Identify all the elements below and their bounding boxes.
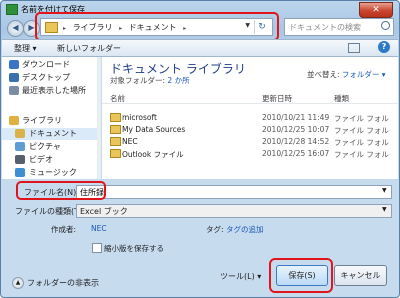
sidebar-item-videos[interactable]: ビデオ	[2, 154, 97, 166]
sidebar-item-library[interactable]: ライブラリ	[2, 115, 97, 127]
library-icon	[9, 116, 19, 125]
sort-dropdown[interactable]: フォルダー ▾	[342, 70, 386, 79]
videos-icon	[15, 155, 25, 164]
filename-highlight-box	[16, 181, 106, 200]
save-as-dialog: 名前を付けて保存 ✕ ◀ ▶ ▸ ライブラリ ▸ ドキュメント ▸ ▼ ↻ ドキ…	[0, 0, 400, 298]
folder-icon	[110, 113, 121, 122]
save-highlight-box	[269, 258, 333, 293]
pictures-icon	[15, 142, 25, 151]
folder-icon	[110, 137, 121, 146]
table-row[interactable]: NEC 2010/12/28 14:52 ファイル フォル	[102, 136, 398, 147]
table-row[interactable]: Outlook ファイル 2010/12/25 16:07 ファイル フォル	[102, 148, 398, 159]
filename-input[interactable]	[76, 185, 392, 199]
hide-folders-button[interactable]: ▲ フォルダーの非表示	[12, 277, 99, 289]
chevron-up-icon: ▲	[12, 277, 24, 289]
documents-icon	[15, 129, 25, 138]
music-icon	[15, 168, 25, 177]
target-folders-link[interactable]: 2 か所	[167, 76, 189, 85]
save-thumbnail-checkbox[interactable]	[92, 243, 102, 253]
desktop-icon	[9, 73, 19, 82]
column-name[interactable]: 名前	[110, 93, 125, 104]
target-folders: 対象フォルダー: 2 か所	[110, 76, 190, 85]
filetype-label: ファイルの種類(T):	[15, 207, 85, 216]
filename-dropdown-icon[interactable]: ▼	[382, 187, 387, 194]
recent-places-icon	[9, 86, 19, 95]
sidebar-item-pictures[interactable]: ピクチャ	[2, 141, 97, 153]
sidebar-item-downloads[interactable]: ダウンロード	[2, 59, 97, 71]
tools-menu-button[interactable]: ツール(L) ▾	[220, 271, 261, 282]
sidebar-item-desktop[interactable]: デスクトップ	[2, 72, 97, 84]
excel-app-icon	[6, 4, 18, 15]
search-placeholder: ドキュメントの検索	[289, 23, 361, 32]
cancel-button[interactable]: キャンセル	[334, 265, 387, 286]
sidebar-item-music[interactable]: ミュージック	[2, 167, 97, 179]
view-options-icon[interactable]	[348, 43, 360, 53]
table-row[interactable]: My Data Sources 2010/12/25 10:07 ファイル フォ…	[102, 124, 398, 135]
tag-label: タグ:	[206, 225, 224, 234]
address-highlight-box	[35, 12, 279, 41]
sort-control: 並べ替え: フォルダー ▾	[307, 70, 386, 79]
column-type[interactable]: 種類	[334, 93, 349, 104]
file-list-pane: ドキュメント ライブラリ 対象フォルダー: 2 か所 並べ替え: フォルダー ▾…	[102, 57, 398, 179]
sidebar-item-documents[interactable]: ドキュメント	[2, 128, 97, 140]
new-folder-button[interactable]: 新しいフォルダー	[57, 43, 121, 54]
search-icon	[381, 21, 390, 30]
help-icon[interactable]: ?	[378, 41, 390, 53]
filetype-select[interactable]: Excel ブック	[76, 204, 392, 218]
sidebar-scrollbar[interactable]	[97, 57, 101, 179]
column-headers: 名前 更新日時 種類	[102, 91, 398, 104]
folder-icon	[110, 149, 121, 158]
close-button[interactable]: ✕	[359, 2, 393, 18]
column-date[interactable]: 更新日時	[262, 93, 292, 104]
navigation-pane: ダウンロード デスクトップ 最近表示した場所 ライブラリ ドキュメント ピクチャ…	[2, 57, 98, 179]
organize-button[interactable]: 整理 ▾	[14, 43, 37, 54]
back-button[interactable]: ◀	[7, 20, 24, 37]
sidebar-item-recent[interactable]: 最近表示した場所	[2, 85, 97, 97]
table-row[interactable]: microsoft 2010/10/21 11:49 ファイル フォル	[102, 112, 398, 123]
author-label: 作成者:	[51, 225, 77, 234]
save-thumbnail-label: 縮小版を保存する	[104, 244, 164, 253]
toolbar: 整理 ▾ 新しいフォルダー ?	[2, 39, 398, 57]
search-input[interactable]: ドキュメントの検索	[284, 18, 394, 36]
download-folder-icon	[9, 60, 19, 69]
filetype-dropdown-icon[interactable]: ▼	[382, 206, 387, 213]
author-value[interactable]: NEC	[91, 224, 107, 233]
folder-icon	[110, 125, 121, 134]
tag-add-link[interactable]: タグの追加	[226, 224, 264, 235]
